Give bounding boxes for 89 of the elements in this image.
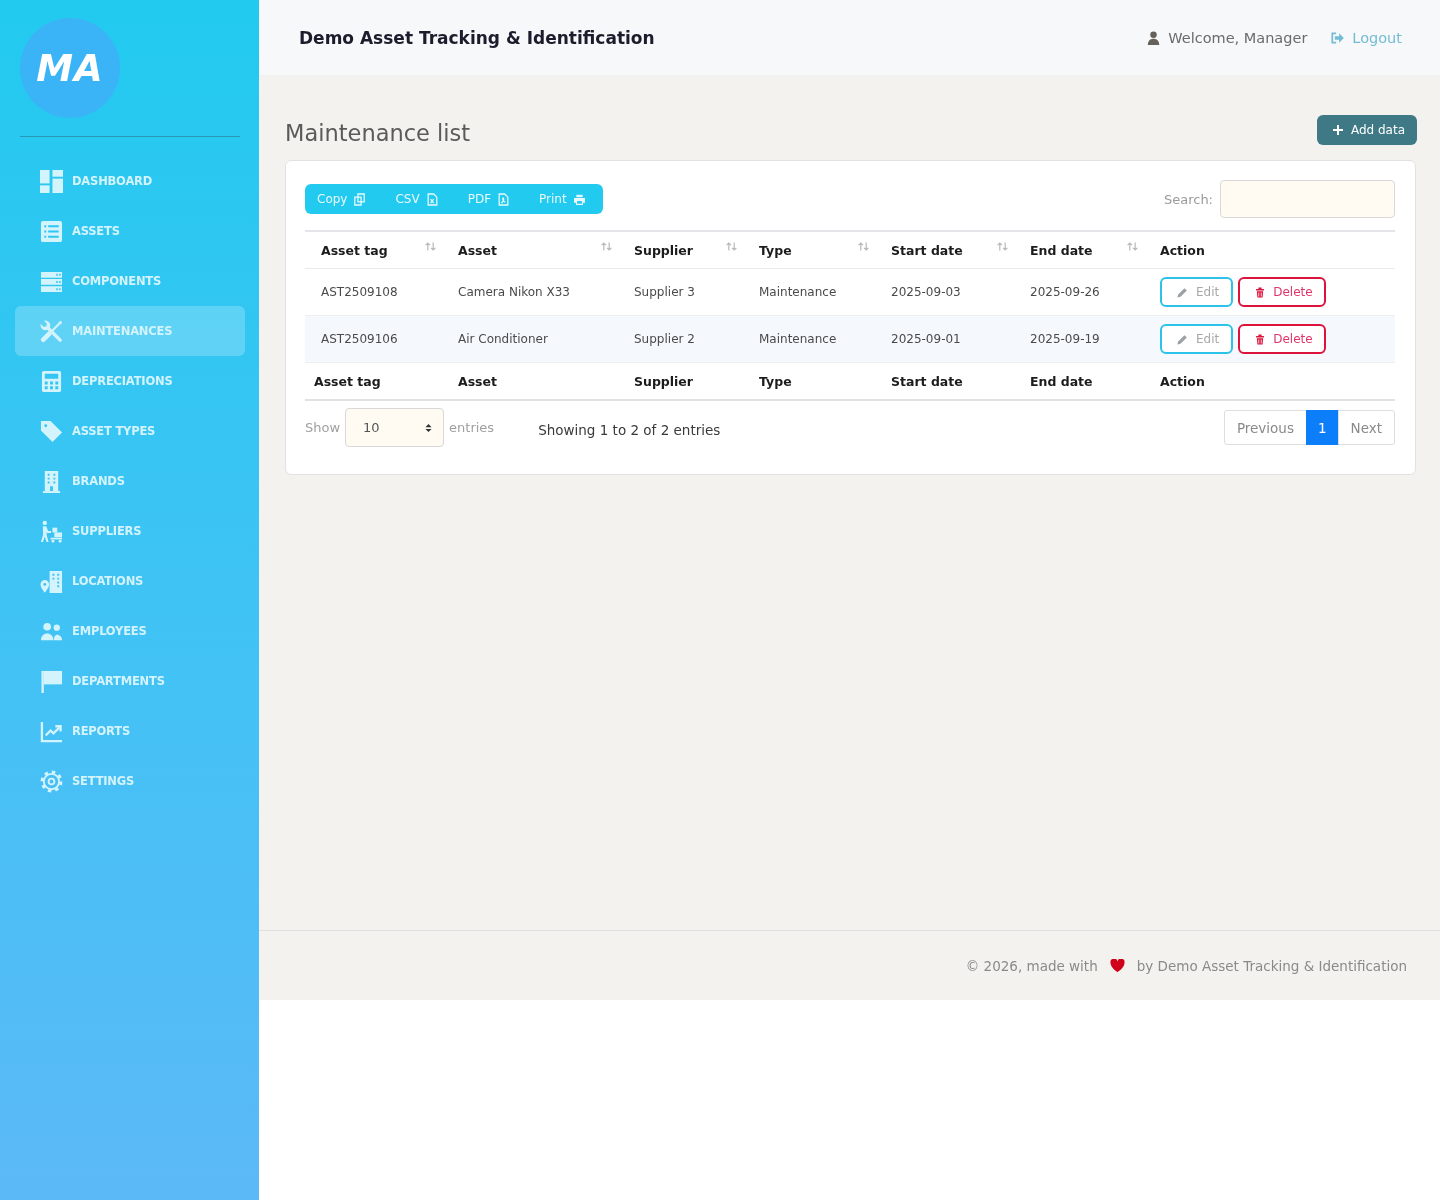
grid-icon <box>40 169 63 193</box>
flag-icon <box>40 669 63 693</box>
table-cell: Supplier 3 <box>618 268 743 316</box>
logout-link[interactable]: Logout <box>1330 29 1402 46</box>
building-icon <box>40 469 63 493</box>
tag-icon <box>40 419 63 443</box>
caret-icon <box>425 422 433 433</box>
nav-item[interactable]: COMPONENTS <box>15 256 245 306</box>
credit-text: by Demo Asset Tracking & Identification <box>1136 957 1407 974</box>
table-cell: Maintenance <box>743 268 875 316</box>
file-icon <box>498 192 510 206</box>
nav-item[interactable]: SUPPLIERS <box>15 506 245 556</box>
export-button[interactable]: Copy <box>305 184 374 214</box>
column-footer: Asset <box>442 362 618 400</box>
table-cell: AST2509106 <box>305 315 442 363</box>
column-footer: End date <box>1014 362 1144 400</box>
column-footer: Asset tag <box>305 362 442 400</box>
pagination-button[interactable]: Next <box>1337 410 1395 445</box>
nav-item[interactable]: ASSETS <box>15 206 245 256</box>
show-label: Show <box>305 420 341 435</box>
copy-icon <box>354 192 366 206</box>
app-title: Demo Asset Tracking & Identification <box>299 27 655 48</box>
calculator-icon <box>40 369 63 393</box>
table-cell: 2025-09-19 <box>1014 315 1144 363</box>
column-header[interactable]: Start date <box>875 231 1014 269</box>
credit-text: © 2026, made with <box>965 957 1098 974</box>
column-footer: Supplier <box>618 362 743 400</box>
settings-icon <box>40 769 63 793</box>
user-icon <box>1147 30 1161 45</box>
table-cell: 2025-09-26 <box>1014 268 1144 316</box>
trash-icon <box>1255 333 1266 345</box>
column-header[interactable]: Action <box>1144 231 1395 269</box>
printer-icon <box>573 192 585 206</box>
pencil-icon <box>1177 286 1188 298</box>
table-cell: Air Conditioner <box>442 315 618 363</box>
trash-icon <box>1255 286 1266 298</box>
table-cell: 2025-09-03 <box>875 268 1014 316</box>
nav-item[interactable]: BRANDS <box>15 456 245 506</box>
export-button[interactable]: Print <box>527 184 593 214</box>
page-title: Maintenance list <box>285 119 471 146</box>
column-header[interactable]: Type <box>743 231 875 269</box>
export-button[interactable]: PDF <box>455 184 518 214</box>
column-header[interactable]: Supplier <box>618 231 743 269</box>
tools-icon <box>40 319 63 343</box>
export-button[interactable]: CSV <box>383 184 446 214</box>
server-icon <box>40 269 63 293</box>
column-header[interactable]: Asset tag <box>305 231 442 269</box>
column-header[interactable]: Asset <box>442 231 618 269</box>
pin-building-icon <box>40 569 63 593</box>
column-footer: Start date <box>875 362 1014 400</box>
plus-icon <box>1332 125 1343 135</box>
search-field[interactable] <box>1220 180 1395 218</box>
nav-item[interactable]: SETTINGS <box>15 756 245 806</box>
column-footer: Action <box>1144 362 1395 400</box>
table-info: Showing 1 to 2 of 2 entries <box>538 420 721 438</box>
nav-item[interactable]: EMPLOYEES <box>15 606 245 656</box>
nav-item[interactable]: MAINTENANCES <box>15 306 245 356</box>
table-cell: AST2509108 <box>305 268 442 316</box>
pencil-icon <box>1177 333 1188 345</box>
delete-button[interactable]: Delete <box>1238 277 1326 307</box>
heart-icon <box>1109 959 1125 972</box>
nav-item[interactable]: DEPARTMENTS <box>15 656 245 706</box>
table-cell: 2025-09-01 <box>875 315 1014 363</box>
search-label: Search: <box>1163 191 1213 207</box>
person-cart-icon <box>40 519 63 543</box>
nav-item[interactable]: DEPRECIATIONS <box>15 356 245 406</box>
column-footer: Type <box>743 362 875 400</box>
nav-item[interactable]: ASSET TYPES <box>15 406 245 456</box>
nav-item[interactable]: LOCATIONS <box>15 556 245 606</box>
page-size-select[interactable]: 10 <box>345 408 445 447</box>
chart-icon <box>40 719 63 743</box>
table-cell: Maintenance <box>743 315 875 363</box>
table-cell: Camera Nikon X33 <box>442 268 618 316</box>
entries-label: entries <box>449 420 495 435</box>
logo-badge: MA <box>20 18 120 118</box>
file-x-icon <box>426 192 438 206</box>
pagination-button[interactable]: Previous <box>1223 410 1307 445</box>
edit-button[interactable]: Edit <box>1160 324 1234 354</box>
add-data-button[interactable]: Add data <box>1316 115 1417 145</box>
nav-item[interactable]: REPORTS <box>15 706 245 756</box>
welcome-text: Welcome, Manager <box>1168 29 1308 46</box>
table-cell: Supplier 2 <box>618 315 743 363</box>
pagination-button[interactable]: 1 <box>1305 410 1339 445</box>
delete-button[interactable]: Delete <box>1238 324 1326 354</box>
list-icon <box>40 219 63 243</box>
column-header[interactable]: End date <box>1014 231 1144 269</box>
edit-button[interactable]: Edit <box>1160 277 1234 307</box>
nav-item[interactable]: DASHBOARD <box>15 156 245 206</box>
logout-icon <box>1330 31 1345 44</box>
